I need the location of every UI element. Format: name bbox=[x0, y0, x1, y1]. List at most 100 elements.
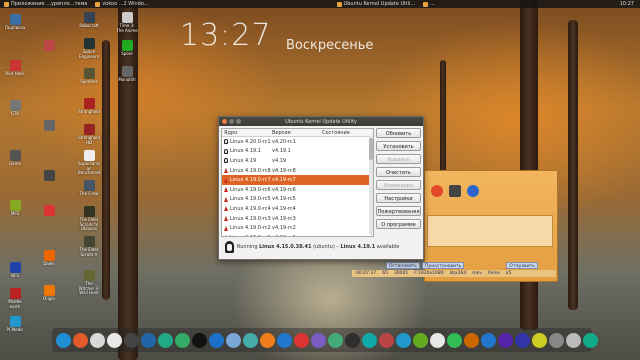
column-header-state[interactable]: Состояние bbox=[322, 130, 367, 136]
about-button[interactable]: О программе bbox=[376, 219, 421, 229]
desktop-icon[interactable]: The Crew bbox=[78, 180, 100, 197]
kernel-row[interactable]: Linux 4.20.0-rc1 v4.20-rc1 bbox=[222, 137, 373, 147]
dock-app-icon[interactable] bbox=[498, 332, 513, 348]
dock-app-icon[interactable] bbox=[124, 332, 139, 348]
kernel-row[interactable]: Linux 4.19.1 v4.19.1 bbox=[222, 147, 373, 157]
kernel-row[interactable]: Linux 4.19.0-rc8 v4.19-rc8 bbox=[222, 166, 373, 176]
desktop-icon[interactable]: The Elder Scrolls V bbox=[78, 236, 100, 257]
info-icon[interactable] bbox=[467, 185, 479, 197]
desktop-icon[interactable] bbox=[38, 40, 60, 52]
dock-app-icon[interactable] bbox=[481, 332, 496, 348]
record-icon[interactable] bbox=[431, 185, 443, 197]
kernel-list[interactable]: Ядро Версия Состояние Linux 4.20.0-rc1 v4… bbox=[221, 128, 374, 237]
changes-button[interactable]: Изменения bbox=[376, 180, 421, 190]
purge-button[interactable]: Очистить bbox=[376, 167, 421, 177]
dock-app-icon[interactable] bbox=[73, 332, 88, 348]
scrollbar-thumb[interactable] bbox=[369, 138, 373, 160]
dock-app-icon[interactable] bbox=[362, 332, 377, 348]
log-textbox[interactable] bbox=[427, 215, 553, 247]
dock-app-icon[interactable] bbox=[396, 332, 411, 348]
dock-app-icon[interactable] bbox=[141, 332, 156, 348]
desktop-icon[interactable]: Game bbox=[4, 150, 26, 167]
desktop-icon[interactable]: Stronghold HD bbox=[78, 124, 100, 145]
desktop-icon[interactable]: Monolith bbox=[116, 66, 138, 83]
dock-app-icon[interactable] bbox=[175, 332, 190, 348]
kernel-row[interactable]: Linux 4.19.0-rc4 v4.19-rc4 bbox=[222, 204, 373, 214]
desktop-icon[interactable]: The Witcher 3: Wild Hunt bbox=[78, 270, 100, 296]
desktop-icon[interactable]: Robocraft bbox=[78, 12, 100, 29]
stop-button[interactable]: Остановить bbox=[386, 262, 420, 269]
maximize-icon[interactable] bbox=[236, 119, 241, 124]
window-titlebar[interactable]: Ubuntu Kernel Update Utility bbox=[219, 117, 423, 126]
desktop-icon[interactable]: Space Engineers bbox=[78, 38, 100, 59]
taskbar-tab[interactable]: Приложение ...урепло...тема bbox=[4, 1, 87, 7]
desktop-icon[interactable]: Spore bbox=[116, 40, 138, 57]
minimize-icon[interactable] bbox=[229, 119, 234, 124]
kernel-row[interactable]: Linux 4.19.0-rc7 v4.19-rc7 bbox=[222, 175, 373, 185]
desktop-icon[interactable]: Dawn bbox=[38, 250, 60, 267]
settings-button[interactable]: Настройки bbox=[376, 193, 421, 203]
remove-button[interactable]: Удалить bbox=[376, 154, 421, 164]
dock-app-icon[interactable] bbox=[532, 332, 547, 348]
taskbar-tab[interactable]: vokoo ...2 Windo... bbox=[95, 1, 149, 7]
desktop-icon[interactable]: The Elder Scrolls IV Oblivion bbox=[78, 206, 100, 232]
dock-app-icon[interactable] bbox=[430, 332, 445, 348]
kernel-row[interactable]: Linux 4.19.0-rc2 v4.19-rc2 bbox=[222, 223, 373, 233]
donate-button[interactable]: Пожертвования bbox=[376, 206, 421, 216]
dock-app-icon[interactable] bbox=[413, 332, 428, 348]
dock-app-icon[interactable] bbox=[328, 332, 343, 348]
close-icon[interactable] bbox=[222, 119, 227, 124]
desktop-icon[interactable]: Stronghold bbox=[78, 98, 100, 115]
kernel-row[interactable]: Linux 4.19.0-rc6 v4.19-rc6 bbox=[222, 185, 373, 195]
dock-app-icon[interactable] bbox=[209, 332, 224, 348]
desktop-icon[interactable]: Подписка ... bbox=[4, 14, 26, 35]
dock-app-icon[interactable] bbox=[464, 332, 479, 348]
desktop-icon[interactable]: Riot Hack bbox=[4, 60, 26, 77]
webcam-icon[interactable] bbox=[449, 185, 461, 197]
kernel-row[interactable]: Linux 4.19.0-rc1v4.19-rc1 bbox=[222, 233, 373, 236]
dock-app-icon[interactable] bbox=[243, 332, 258, 348]
dock-app-icon[interactable] bbox=[158, 332, 173, 348]
dock-app-icon[interactable] bbox=[226, 332, 241, 348]
taskbar-tab[interactable]: Ubuntu Kernel Update Utili... bbox=[336, 1, 415, 7]
desktop-icon[interactable]: NFS bbox=[4, 262, 26, 279]
kernel-row[interactable]: Linux 4.19.0-rc5 v4.19-rc5 bbox=[222, 195, 373, 205]
taskbar-tab[interactable]: ... bbox=[423, 1, 435, 7]
list-scrollbar[interactable] bbox=[369, 136, 373, 235]
dock-app-icon[interactable] bbox=[566, 332, 581, 348]
kernel-row[interactable]: Linux 4.19 v4.19 bbox=[222, 156, 373, 166]
dock-app-icon[interactable] bbox=[447, 332, 462, 348]
dock-app-icon[interactable] bbox=[277, 332, 292, 348]
topbar-clock[interactable]: 10:27 bbox=[620, 1, 640, 7]
dock-app-icon[interactable] bbox=[515, 332, 530, 348]
dock-app-icon[interactable] bbox=[379, 332, 394, 348]
dock-app-icon[interactable] bbox=[294, 332, 309, 348]
dock-app-icon[interactable] bbox=[56, 332, 71, 348]
desktop-icon[interactable] bbox=[38, 170, 60, 182]
pause-button[interactable]: Приостановить bbox=[421, 262, 465, 269]
column-header-version[interactable]: Версия bbox=[272, 130, 322, 136]
refresh-button[interactable]: Обновить bbox=[376, 128, 421, 138]
desktop-icon[interactable] bbox=[38, 120, 60, 132]
send-button[interactable]: Отправить bbox=[506, 262, 538, 269]
desktop-icon[interactable]: MFS bbox=[4, 200, 26, 217]
install-button[interactable]: Установить bbox=[376, 141, 421, 151]
desktop-icon[interactable] bbox=[38, 205, 60, 217]
desktop-icon[interactable]: Supersonic ac Benchmark bbox=[78, 150, 101, 176]
column-header-kernel[interactable]: Ядро bbox=[222, 130, 272, 136]
desktop-icon[interactable]: Spintires bbox=[78, 68, 100, 85]
desktop-icon[interactable]: Time 3: The Anime bbox=[116, 12, 138, 33]
dock-app-icon[interactable] bbox=[192, 332, 207, 348]
dock-app-icon[interactable] bbox=[90, 332, 105, 348]
desktop-icon[interactable]: PCMedic bbox=[4, 316, 26, 333]
kernel-row[interactable]: Linux 4.19.0-rc3 v4.19-rc3 bbox=[222, 214, 373, 224]
dock-app-icon[interactable] bbox=[260, 332, 275, 348]
dock-app-icon[interactable] bbox=[311, 332, 326, 348]
dock-app-icon[interactable] bbox=[345, 332, 360, 348]
dock-app-icon[interactable] bbox=[107, 332, 122, 348]
dock-app-icon[interactable] bbox=[583, 332, 598, 348]
dock-app-icon[interactable] bbox=[549, 332, 564, 348]
desktop-icon[interactable]: Origin bbox=[38, 285, 60, 302]
desktop-icon[interactable]: Middle earth bbox=[4, 288, 26, 309]
desktop-icon[interactable]: GTA bbox=[4, 100, 26, 117]
